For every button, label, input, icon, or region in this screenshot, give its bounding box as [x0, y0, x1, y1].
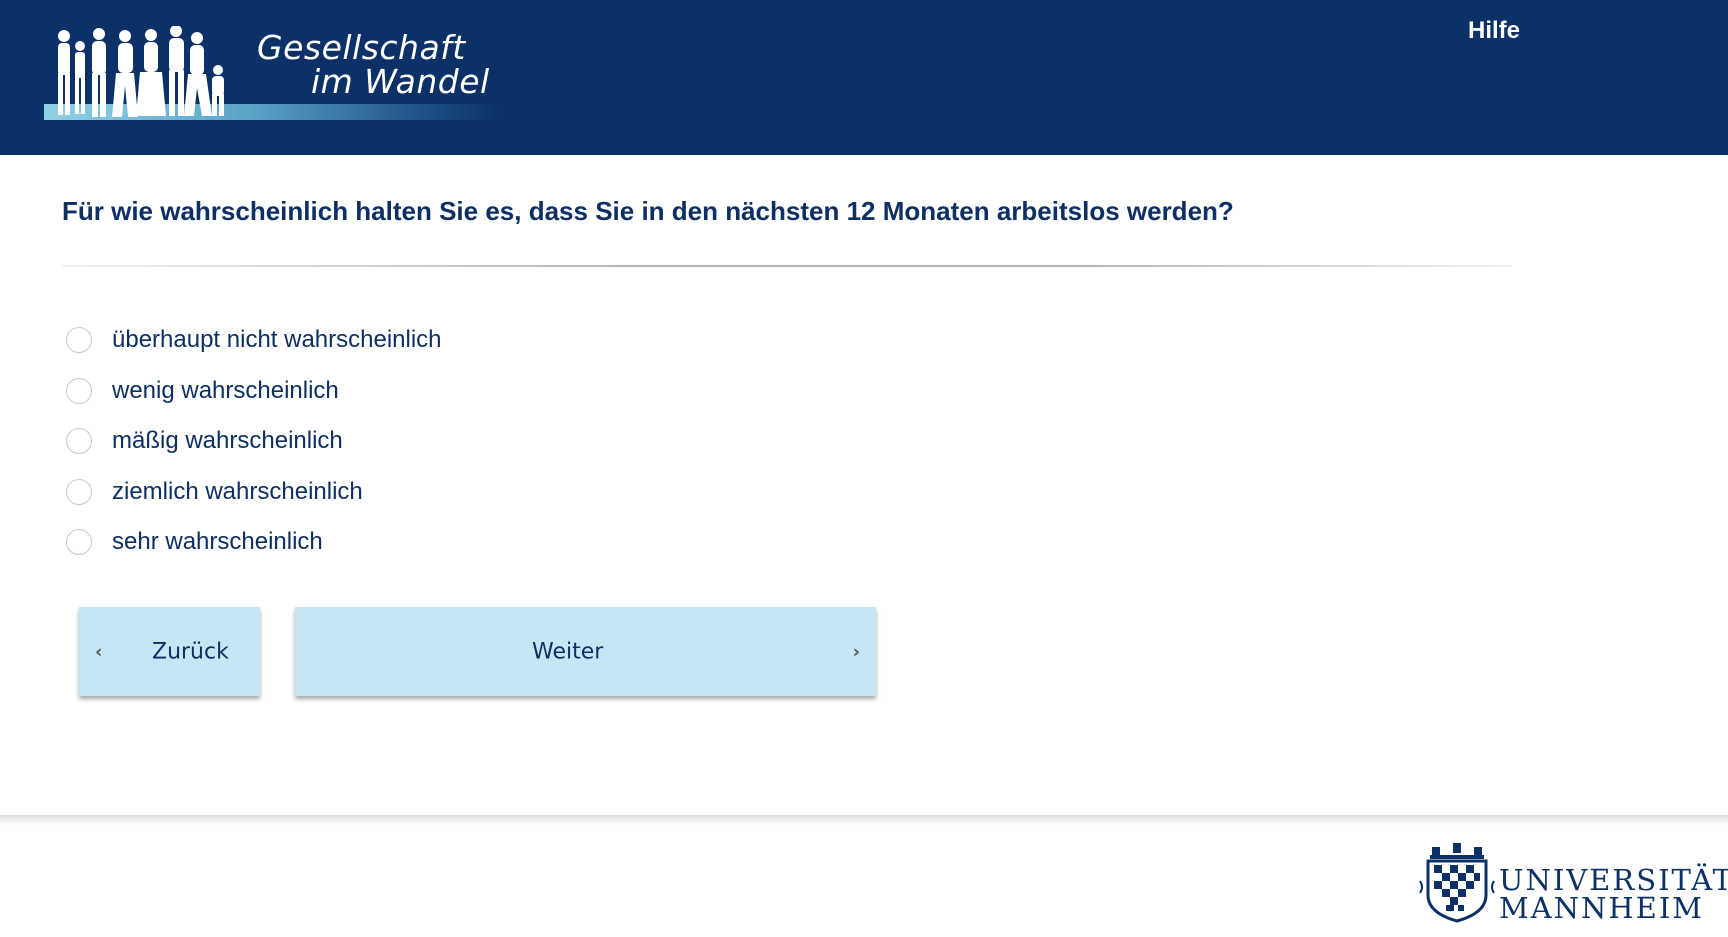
next-button[interactable]: Weiter ›: [295, 607, 876, 696]
option-label: überhaupt nicht wahrscheinlich: [112, 326, 442, 353]
gesellschaft-im-wandel-logo: Gesellschaft im Wandel: [40, 18, 510, 128]
option-maessig[interactable]: mäßig wahrscheinlich: [66, 426, 343, 456]
back-button[interactable]: ‹ Zurück: [79, 607, 260, 696]
radio-button[interactable]: [66, 529, 92, 555]
option-sehr[interactable]: sehr wahrscheinlich: [66, 527, 323, 557]
option-ziemlich[interactable]: ziemlich wahrscheinlich: [66, 477, 363, 507]
back-button-label: Zurück: [152, 639, 229, 664]
radio-button[interactable]: [66, 479, 92, 505]
option-label: ziemlich wahrscheinlich: [112, 478, 363, 505]
logo-text-line2: im Wandel: [311, 62, 490, 101]
option-wenig[interactable]: wenig wahrscheinlich: [66, 376, 339, 406]
radio-button[interactable]: [66, 327, 92, 353]
footer-divider: [0, 815, 1728, 825]
option-label: wenig wahrscheinlich: [112, 377, 339, 404]
option-label: mäßig wahrscheinlich: [112, 427, 343, 454]
help-link[interactable]: Hilfe: [1468, 17, 1520, 45]
radio-button[interactable]: [66, 378, 92, 404]
question-text: Für wie wahrscheinlich halten Sie es, da…: [62, 196, 1234, 226]
option-ueberhaupt-nicht[interactable]: überhaupt nicht wahrscheinlich: [66, 325, 442, 355]
divider: [62, 265, 1512, 267]
option-label: sehr wahrscheinlich: [112, 528, 323, 555]
header-bar: Gesellschaft im Wandel Hilfe: [0, 0, 1728, 155]
university-crest-icon: [1419, 843, 1495, 923]
university-mannheim-logo: UNIVERSITÄT MANNHEIM: [1418, 841, 1728, 925]
chevron-right-icon: ›: [852, 641, 860, 662]
university-name-line2: MANNHEIM: [1499, 891, 1704, 925]
chevron-left-icon: ‹: [95, 641, 103, 662]
radio-button[interactable]: [66, 428, 92, 454]
people-silhouette-icon: [58, 26, 224, 117]
next-button-label: Weiter: [532, 639, 604, 664]
